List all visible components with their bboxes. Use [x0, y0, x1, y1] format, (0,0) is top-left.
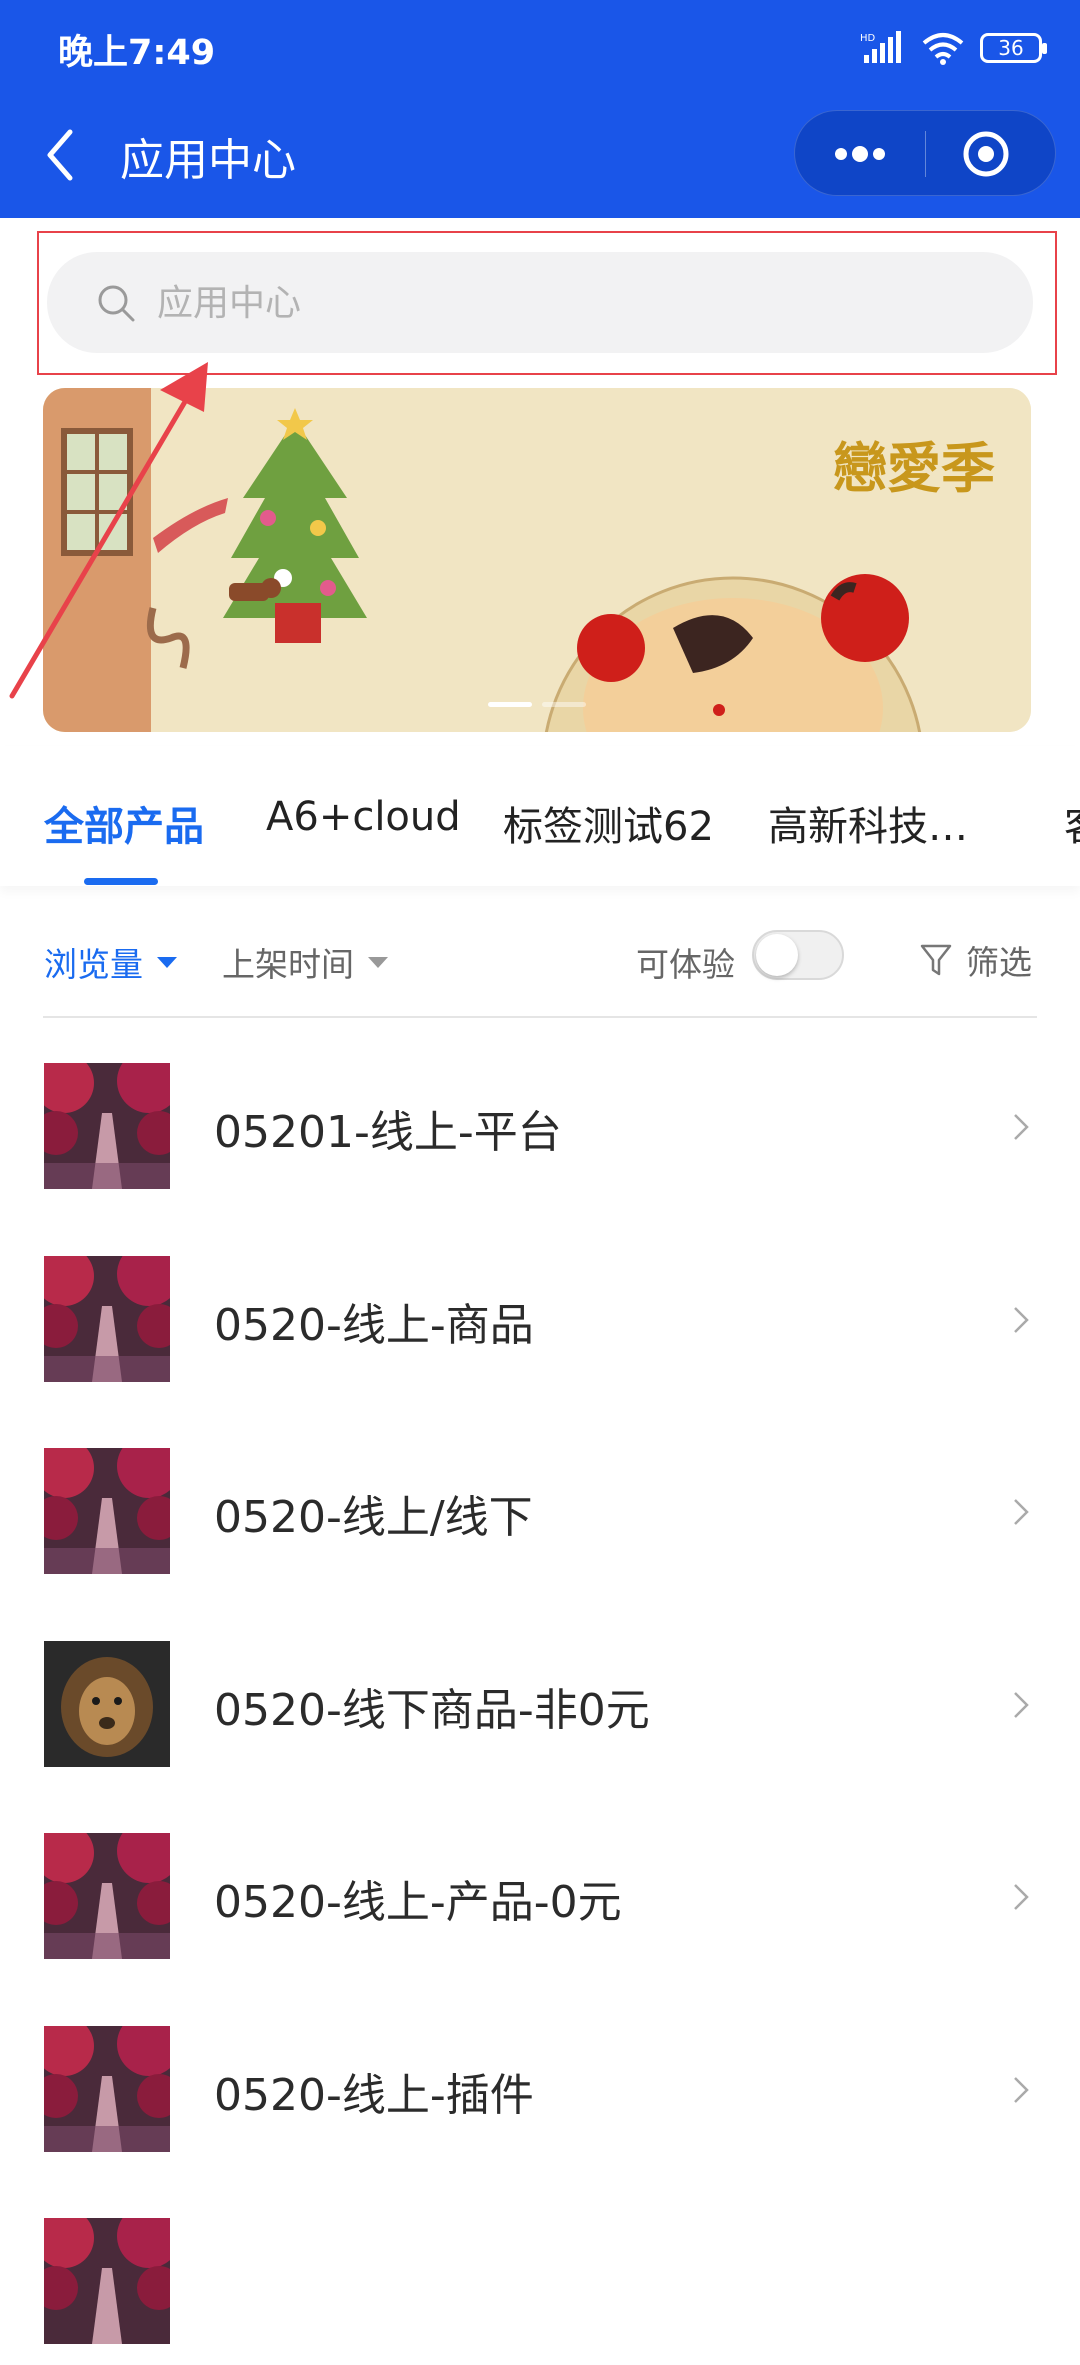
- product-thumbnail-autumn: [44, 1063, 170, 1189]
- product-thumbnail-autumn: [44, 2026, 170, 2152]
- caret-down-icon: [157, 956, 177, 968]
- product-name: 0520-线上-商品: [214, 1300, 534, 1351]
- list-item[interactable]: [0, 2195, 1080, 2365]
- chevron-right-icon: [1014, 2077, 1029, 2103]
- tab-a6-cloud[interactable]: A6+cloud: [266, 794, 461, 840]
- battery-icon: 36: [980, 33, 1047, 63]
- product-name: 0520-线下商品-非0元: [214, 1685, 650, 1736]
- carousel-indicator: [488, 702, 586, 707]
- chevron-right-icon: [1014, 1114, 1029, 1140]
- product-thumbnail-autumn: [44, 1448, 170, 1574]
- chevron-right-icon: [1014, 1692, 1029, 1718]
- sort-by-views[interactable]: 浏览量: [44, 938, 177, 986]
- status-icons: HD 36: [860, 26, 1047, 70]
- list-item[interactable]: 0520-线上-商品: [0, 1233, 1080, 1403]
- carousel-dot[interactable]: [542, 702, 586, 707]
- funnel-icon: [920, 944, 952, 976]
- banner-title: 戀愛季: [833, 436, 995, 500]
- tab-hightech[interactable]: 高新科技…: [768, 794, 968, 852]
- carousel-dot-active[interactable]: [488, 702, 532, 707]
- list-item[interactable]: 0520-线上-产品-0元: [0, 1810, 1080, 1980]
- more-dots-icon[interactable]: [795, 111, 925, 197]
- status-time: 晚上7:49: [58, 33, 216, 73]
- active-tab-indicator: [84, 878, 158, 885]
- search-input[interactable]: [155, 272, 979, 334]
- back-arrow-icon[interactable]: [38, 122, 82, 188]
- annotation-arrow-icon: [9, 362, 208, 699]
- filter-label: 筛选: [966, 943, 1032, 982]
- wifi-icon: [922, 33, 964, 65]
- product-thumbnail-autumn: [44, 1256, 170, 1382]
- list-item[interactable]: 05201-线上-平台: [0, 1040, 1080, 1210]
- sort-by-time[interactable]: 上架时间: [222, 938, 388, 986]
- toggle-knob: [756, 934, 798, 976]
- page-title: 应用中心: [120, 135, 296, 186]
- product-name: 0520-线上-产品-0元: [214, 1877, 622, 1928]
- tab-overflow[interactable]: 客: [1064, 794, 1080, 852]
- chevron-right-icon: [1014, 1884, 1029, 1910]
- tab-tag-test[interactable]: 标签测试62: [503, 794, 714, 852]
- filter-button[interactable]: 筛选: [920, 936, 1032, 984]
- chevron-right-icon: [1014, 1499, 1029, 1525]
- product-thumbnail-autumn: [44, 2218, 170, 2344]
- search-bar[interactable]: [47, 252, 1033, 353]
- sort-time-label: 上架时间: [222, 945, 354, 984]
- signal-icon: HD: [860, 31, 901, 63]
- product-name: 0520-线上/线下: [214, 1492, 533, 1543]
- network-label: HD: [860, 33, 876, 44]
- filter-divider: [43, 1016, 1037, 1018]
- trial-label: 可体验: [636, 945, 735, 984]
- list-item[interactable]: 0520-线上/线下: [0, 1425, 1080, 1595]
- sort-views-label: 浏览量: [44, 945, 143, 984]
- category-tabs: 全部产品 A6+cloud 标签测试62 高新科技… 客: [0, 746, 1080, 886]
- mini-program-capsule: [794, 110, 1056, 196]
- product-thumbnail-lion: [44, 1641, 170, 1767]
- search-icon: [98, 285, 135, 322]
- tab-all-products[interactable]: 全部产品: [44, 794, 204, 852]
- product-name: 0520-线上-插件: [214, 2070, 534, 2121]
- product-name: 05201-线上-平台: [214, 1107, 562, 1158]
- app-header: 晚上7:49 HD 36 应用中心: [0, 0, 1080, 218]
- filter-bar: 浏览量 上架时间 可体验 筛选: [0, 900, 1080, 1018]
- trial-toggle[interactable]: [752, 930, 844, 980]
- target-circle-icon[interactable]: [926, 111, 1056, 197]
- caret-down-icon: [368, 956, 388, 968]
- list-item[interactable]: 0520-线下商品-非0元: [0, 1618, 1080, 1788]
- product-thumbnail-autumn: [44, 1833, 170, 1959]
- list-item[interactable]: 0520-线上-插件: [0, 2003, 1080, 2173]
- chevron-right-icon: [1014, 1307, 1029, 1333]
